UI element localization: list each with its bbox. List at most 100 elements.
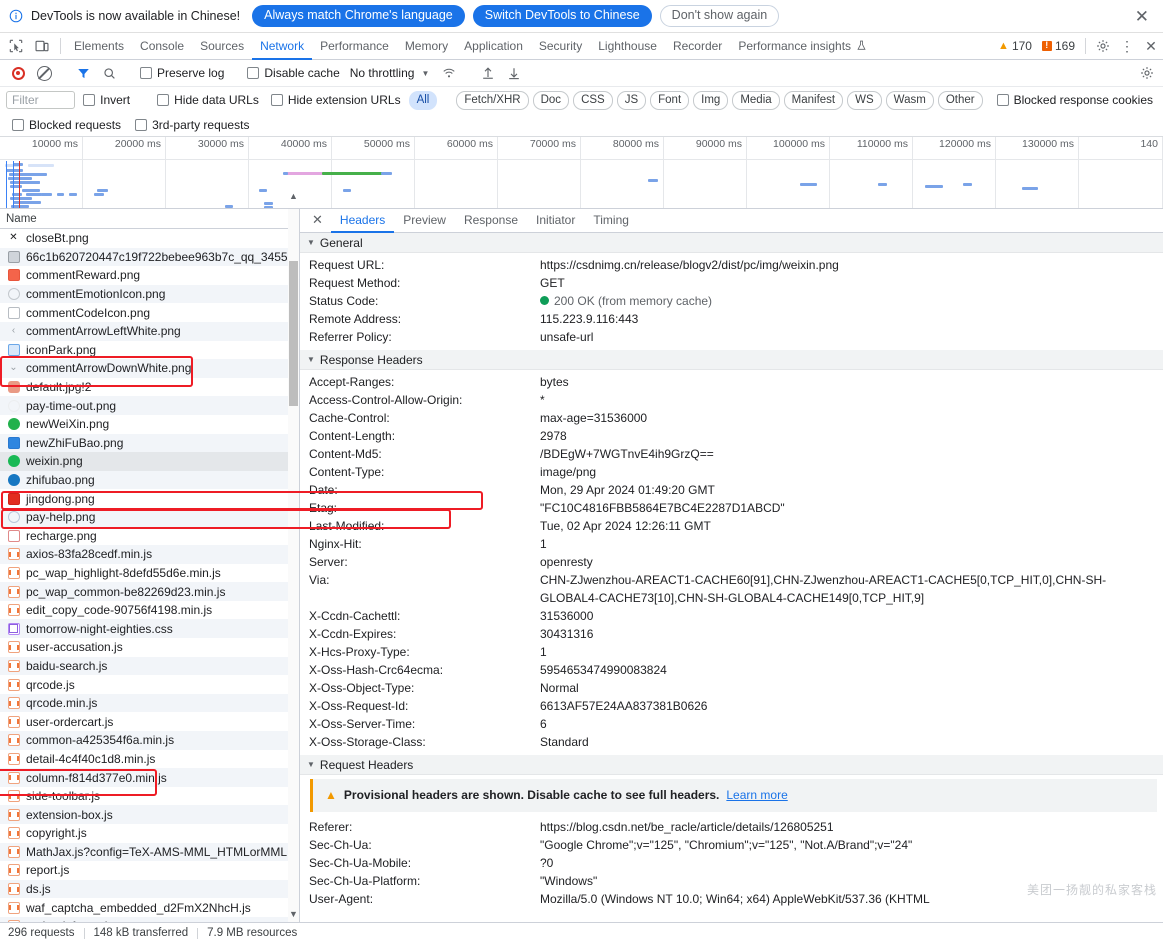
requests-column-header[interactable]: Name (0, 209, 299, 229)
tab-network[interactable]: Network (252, 33, 313, 60)
type-filter-manifest[interactable]: Manifest (783, 90, 844, 110)
close-icon[interactable]: ✕ (1131, 8, 1153, 25)
chevron-up-icon[interactable]: ▲ (289, 190, 298, 202)
tab-application[interactable]: Application (456, 33, 531, 60)
tab-performance-insights[interactable]: Performance insights (730, 33, 875, 60)
requests-list-scrollbar[interactable]: ▲ ▼ (288, 191, 299, 922)
list-item[interactable]: pc_wap_highlight-8defd55d6e.min.js (0, 564, 299, 583)
type-filter-fetch-xhr[interactable]: Fetch/XHR (456, 90, 529, 110)
list-item-selected[interactable]: weixin.png (0, 452, 299, 471)
filter-funnel-icon[interactable] (71, 62, 95, 84)
list-item[interactable]: ⌄ commentArrowDownWhite.png (0, 359, 299, 378)
error-count[interactable]: 169 (1037, 33, 1080, 59)
tab-console[interactable]: Console (132, 33, 192, 60)
blocked-requests-checkbox[interactable]: Blocked requests (8, 118, 125, 132)
list-item[interactable]: baidu-search.js (0, 656, 299, 676)
list-item[interactable]: user-ordercart.js (0, 712, 299, 731)
type-filter-other[interactable]: Other (937, 90, 983, 110)
device-toolbar-icon[interactable] (29, 33, 55, 59)
tab-timing[interactable]: Timing (584, 209, 638, 233)
more-options-icon[interactable]: ⋮ (1115, 33, 1139, 59)
list-item[interactable]: waf_captcha_embedded_d2FmX2NhcH.js (0, 898, 299, 917)
network-conditions-icon[interactable] (437, 62, 461, 84)
section-request-headers[interactable]: ▼ Request Headers (300, 755, 1163, 775)
list-item[interactable]: copyright.js (0, 824, 299, 843)
hide-data-urls-checkbox[interactable]: Hide data URLs (153, 93, 263, 107)
type-filter-img[interactable]: Img (693, 90, 729, 110)
type-filter-css[interactable]: CSS (573, 90, 613, 110)
list-item[interactable]: newZhiFuBao.png (0, 433, 299, 453)
list-item[interactable]: iconPark.png (0, 341, 299, 360)
tab-preview[interactable]: Preview (394, 209, 455, 233)
tab-performance[interactable]: Performance (312, 33, 397, 60)
list-item[interactable]: common-a425354f6a.min.js (0, 731, 299, 750)
dont-show-again-button[interactable]: Don't show again (659, 5, 780, 27)
inspect-element-icon[interactable] (3, 33, 29, 59)
settings-gear-icon[interactable] (1135, 62, 1159, 84)
list-item[interactable]: pay-help.png (0, 507, 299, 527)
chevron-down-icon[interactable]: ▼ (418, 69, 435, 78)
invert-checkbox[interactable]: Invert (79, 93, 134, 107)
disable-cache-checkbox[interactable]: Disable cache (243, 66, 343, 80)
close-devtools-icon[interactable]: ✕ (1139, 33, 1163, 59)
clear-button[interactable] (32, 62, 56, 84)
throttling-select[interactable]: No throttling (346, 66, 417, 80)
list-item[interactable]: pc_wap_common-be82269d23.min.js (0, 582, 299, 601)
section-general[interactable]: ▼ General (300, 233, 1163, 253)
list-item[interactable]: commentReward.png (0, 266, 299, 285)
list-item[interactable]: newWeiXin.png (0, 415, 299, 434)
export-har-icon[interactable] (502, 62, 526, 84)
list-item[interactable]: commentEmotionIcon.png (0, 284, 299, 304)
list-item[interactable]: column-f814d377e0.min.js (0, 768, 299, 787)
tab-security[interactable]: Security (531, 33, 590, 60)
close-detail-icon[interactable]: ✕ (304, 209, 331, 233)
network-overview-timeline[interactable]: 10000 ms 20000 ms 30000 ms 40000 ms 5000… (0, 137, 1163, 209)
type-filter-wasm[interactable]: Wasm (885, 90, 934, 110)
tab-response[interactable]: Response (455, 209, 527, 233)
type-filter-all[interactable]: All (408, 90, 438, 110)
third-party-requests-checkbox[interactable]: 3rd-party requests (131, 118, 253, 132)
list-item[interactable]: pay-time-out.png (0, 396, 299, 415)
type-filter-doc[interactable]: Doc (532, 90, 570, 110)
gear-icon[interactable] (1091, 33, 1115, 59)
requests-list[interactable]: ✕ closeBt.png 66c1b620720447c19f722bebee9… (0, 229, 299, 922)
list-item[interactable]: code_defense.js (0, 916, 299, 922)
warning-count[interactable]: ▲ 170 (993, 33, 1037, 59)
list-item[interactable]: 66c1b620720447c19f722bebee963b7c_qq_3455… (0, 247, 299, 267)
tab-recorder[interactable]: Recorder (665, 33, 730, 60)
list-item[interactable]: ‹ commentArrowLeftWhite.png (0, 321, 299, 341)
list-item[interactable]: qrcode.js (0, 675, 299, 694)
hide-extension-urls-checkbox[interactable]: Hide extension URLs (267, 93, 405, 107)
record-button[interactable] (6, 62, 30, 84)
list-item[interactable]: detail-4c4f40c1d8.min.js (0, 750, 299, 769)
chevron-down-icon[interactable]: ▼ (289, 908, 298, 920)
list-item[interactable]: extension-box.js (0, 805, 299, 824)
type-filter-font[interactable]: Font (650, 90, 690, 110)
list-item[interactable]: qrcode.min.js (0, 693, 299, 713)
search-icon[interactable] (97, 62, 121, 84)
blocked-response-cookies-checkbox[interactable]: Blocked response cookies (993, 93, 1157, 107)
list-item[interactable]: default.jpg!2 (0, 378, 299, 397)
tab-headers[interactable]: Headers (330, 209, 395, 233)
always-match-language-button[interactable]: Always match Chrome's language (252, 5, 465, 27)
list-item[interactable]: ds.js (0, 879, 299, 899)
type-filter-media[interactable]: Media (732, 90, 780, 110)
list-item[interactable]: tomorrow-night-eighties.css (0, 619, 299, 639)
list-item[interactable]: commentCodeIcon.png (0, 303, 299, 322)
list-item[interactable]: zhifubao.png (0, 470, 299, 490)
list-item[interactable]: MathJax.js?config=TeX-AMS-MML_HTMLorMML (0, 842, 299, 862)
section-response-headers[interactable]: ▼ Response Headers (300, 350, 1163, 370)
switch-devtools-language-button[interactable]: Switch DevTools to Chinese (472, 5, 652, 27)
tab-sources[interactable]: Sources (192, 33, 252, 60)
learn-more-link[interactable]: Learn more (726, 788, 787, 802)
list-item[interactable]: report.js (0, 861, 299, 880)
type-filter-js[interactable]: JS (616, 90, 647, 110)
filter-input[interactable]: Filter (6, 91, 76, 109)
list-item[interactable]: edit_copy_code-90756f4198.min.js (0, 601, 299, 620)
list-item[interactable]: side-toolbar.js (0, 787, 299, 806)
tab-elements[interactable]: Elements (66, 33, 132, 60)
tab-memory[interactable]: Memory (397, 33, 456, 60)
list-item[interactable]: ✕ closeBt.png (0, 229, 299, 248)
preserve-log-checkbox[interactable]: Preserve log (136, 66, 228, 80)
list-item[interactable]: user-accusation.js (0, 638, 299, 657)
